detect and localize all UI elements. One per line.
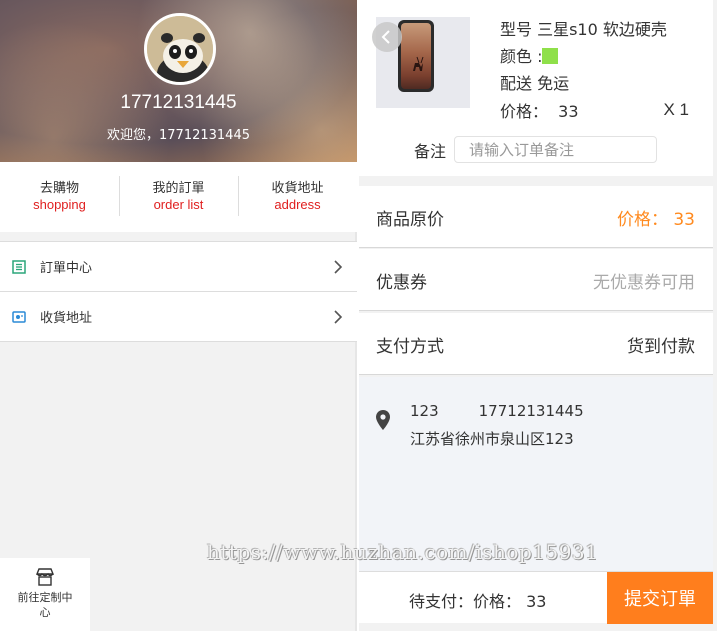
quick-link-sublabel: address	[274, 197, 321, 212]
account-menu: 訂單中心 收貨地址	[0, 241, 357, 342]
avatar[interactable]	[144, 13, 216, 85]
custom-center-tab[interactable]: 前往定制中心	[0, 558, 90, 631]
quick-link-shopping[interactable]: 去購物 shopping	[0, 162, 119, 232]
note-label: 备注	[414, 142, 447, 161]
summary-value: 无优惠券可用	[593, 273, 695, 293]
order-confirm-panel: 型号 三星s10 软边硬壳 颜色 : 配送 免运 价格： 33 X 1 备注 商…	[359, 0, 717, 631]
amount-due: 待支付：价格： 33	[409, 592, 547, 611]
menu-item-label: 訂單中心	[40, 261, 93, 276]
quick-link-label: 去購物	[39, 181, 79, 196]
product-quantity: X 1	[663, 100, 689, 119]
summary-value: 货到付款	[627, 337, 695, 357]
address-phone: 17712131445	[478, 402, 584, 420]
back-button[interactable]	[372, 22, 402, 52]
shop-icon	[35, 568, 55, 586]
product-price: 价格： 33	[500, 102, 579, 121]
color-swatch	[542, 48, 559, 64]
checkout-bar: 待支付：价格： 33 提交订單	[359, 571, 713, 624]
address-name: 123	[410, 402, 439, 420]
location-pin-icon	[376, 410, 390, 430]
account-panel: 17712131445 欢迎您，17712131445 去購物 shopping…	[0, 0, 357, 631]
custom-center-label: 前往定制中心	[17, 591, 73, 619]
original-price-row: 商品原价 价格： 33	[359, 186, 713, 248]
product-color-label: 颜色 :	[500, 47, 543, 66]
menu-item-address[interactable]: 收貨地址	[0, 292, 357, 342]
quick-link-label: 我的訂單	[152, 181, 205, 196]
payment-method-row[interactable]: 支付方式 货到付款	[359, 313, 713, 375]
product-model: 型号 三星s10 软边硬壳	[500, 20, 667, 39]
order-list-icon	[12, 259, 26, 274]
order-note-input[interactable]	[454, 136, 657, 163]
summary-key: 优惠券	[376, 273, 427, 293]
summary-key: 支付方式	[376, 337, 444, 357]
chevron-right-icon	[334, 260, 343, 274]
quick-link-orders[interactable]: 我的訂單 order list	[119, 162, 238, 232]
quick-link-label: 收貨地址	[271, 181, 324, 196]
product-color: 颜色 :	[500, 43, 559, 67]
quick-link-sublabel: order list	[153, 197, 204, 212]
coupon-row[interactable]: 优惠券 无优惠券可用	[359, 249, 713, 311]
user-id: 17712131445	[120, 92, 237, 113]
product-card: 型号 三星s10 软边硬壳 颜色 : 配送 免运 价格： 33 X 1 备注	[359, 0, 713, 176]
summary-value: 价格： 33	[616, 210, 695, 230]
welcome-text: 欢迎您，17712131445	[107, 128, 250, 143]
submit-order-button[interactable]: 提交订單	[607, 572, 713, 624]
quick-link-sublabel: shopping	[33, 197, 86, 212]
summary-key: 商品原价	[376, 210, 444, 230]
menu-item-order-center[interactable]: 訂單中心	[0, 242, 357, 292]
address-card-icon	[12, 310, 26, 323]
chevron-right-icon	[334, 310, 343, 324]
address-contact: 123 17712131445	[410, 402, 584, 420]
menu-item-label: 收貨地址	[40, 311, 93, 326]
profile-header: 17712131445 欢迎您，17712131445	[0, 0, 357, 162]
address-detail: 江苏省徐州市泉山区123	[410, 430, 574, 448]
watermark: https://www.huzhan.com/ishop15931	[207, 540, 599, 564]
product-shipping: 配送 免运	[500, 74, 570, 93]
quick-link-address[interactable]: 收貨地址 address	[238, 162, 357, 232]
chevron-left-icon	[381, 30, 390, 44]
quick-links: 去購物 shopping 我的訂單 order list 收貨地址 addres…	[0, 162, 357, 232]
